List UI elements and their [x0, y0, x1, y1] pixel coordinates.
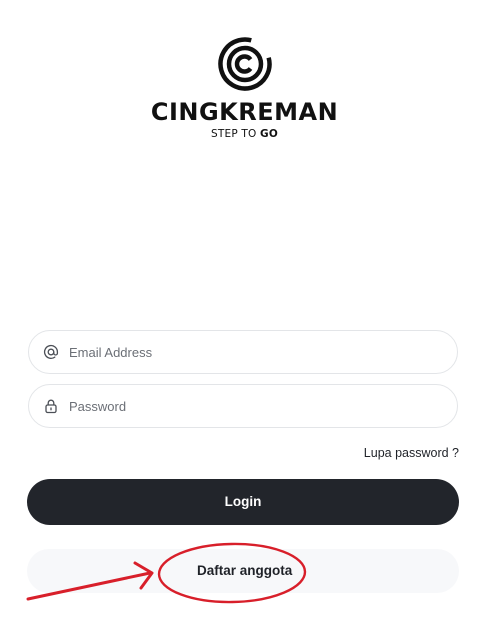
- brand-tagline: STEP TO GO: [0, 128, 489, 140]
- email-input[interactable]: [69, 341, 439, 363]
- brand-header: CINGKREMAN STEP TO GO: [0, 36, 489, 140]
- password-input[interactable]: [69, 395, 439, 417]
- tagline-bold: GO: [260, 128, 278, 140]
- forgot-password-link[interactable]: Lupa password ?: [364, 446, 459, 460]
- register-button-label: Daftar anggota: [197, 563, 293, 578]
- login-button[interactable]: Login: [27, 479, 459, 525]
- at-sign-icon: [43, 344, 59, 359]
- register-button[interactable]: Daftar anggota: [27, 549, 459, 593]
- tagline-prefix: STEP TO: [211, 128, 261, 140]
- brand-name: CINGKREMAN: [150, 98, 339, 126]
- password-field[interactable]: [28, 384, 458, 428]
- circular-c-logo-icon: [217, 37, 272, 91]
- lock-icon: [45, 399, 57, 414]
- email-field[interactable]: [28, 330, 458, 374]
